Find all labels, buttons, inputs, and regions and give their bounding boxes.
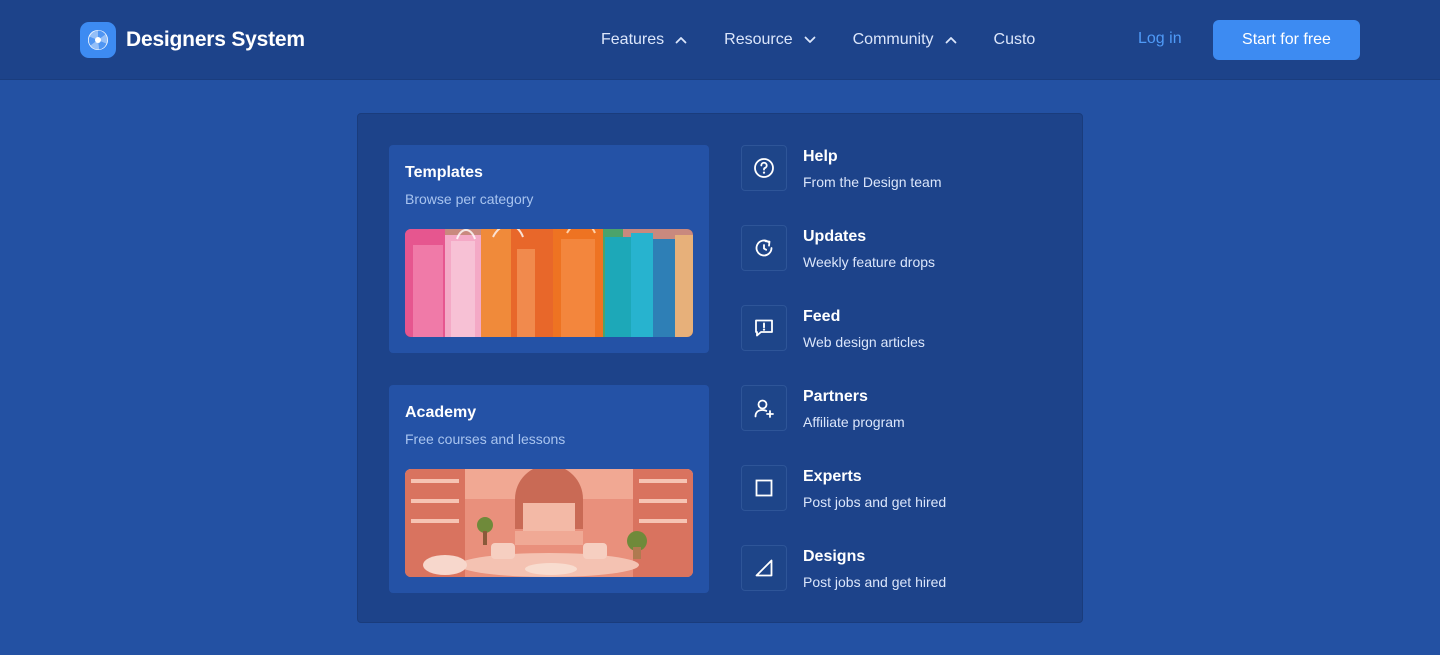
link-subtitle: Web design articles [803,334,925,350]
link-title: Experts [803,468,862,485]
help-link[interactable]: Help From the Design team [741,145,1041,193]
start-for-free-button[interactable]: Start for free [1213,20,1360,60]
shopping-bags-image [405,229,693,337]
nav-item-label: Features [601,31,665,48]
nav-item-label: Resource [724,31,793,48]
link-subtitle: From the Design team [803,174,942,190]
partners-link[interactable]: Partners Affiliate program [741,385,1041,433]
triangle-icon [741,545,787,591]
aperture-icon [80,22,116,58]
message-alert-icon [741,305,787,351]
templates-card[interactable]: Templates Browse per category [389,145,709,353]
nav-item-label: Custo [993,31,1036,48]
link-subtitle: Affiliate program [803,414,905,430]
link-title: Feed [803,308,841,325]
designs-link[interactable]: Designs Post jobs and get hired [741,545,1041,593]
question-circle-icon [741,145,787,191]
updates-link[interactable]: Updates Weekly feature drops [741,225,1041,273]
link-subtitle: Post jobs and get hired [803,574,947,590]
link-subtitle: Post jobs and get hired [803,494,947,510]
card-title: Templates [405,164,483,181]
link-title: Help [803,148,838,165]
chevron-up-icon [945,37,956,44]
card-subtitle: Free courses and lessons [405,431,566,447]
nav-item-resource[interactable]: Resource [724,31,816,49]
pink-store-interior-image [405,469,693,577]
nav-item-label: Community [852,31,934,48]
academy-card[interactable]: Academy Free courses and lessons [389,385,709,593]
chevron-down-icon [804,36,816,43]
link-subtitle: Weekly feature drops [803,254,936,270]
card-subtitle: Browse per category [405,191,534,207]
chevron-up-icon [675,37,687,44]
nav-item-community[interactable]: Community [853,31,958,49]
brand-logo[interactable]: Designers System [80,22,305,58]
refresh-icon [741,225,787,271]
link-title: Partners [803,388,868,405]
link-title: Designs [803,548,866,565]
brand-name: Designers System [126,28,305,51]
square-icon [741,465,787,511]
top-navigation-bar: Designers System Features Resource Commu… [0,0,1440,80]
experts-link[interactable]: Experts Post jobs and get hired [741,465,1041,513]
feed-link[interactable]: Feed Web design articles [741,305,1041,353]
features-dropdown-panel: Templates Browse per category Academy Fr… [357,113,1083,623]
card-title: Academy [405,404,477,421]
link-title: Updates [803,228,867,245]
main-nav: Features Resource Community Custo [601,28,1058,52]
user-plus-icon [741,385,787,431]
nav-item-customers[interactable]: Custo [994,31,1036,49]
nav-item-features[interactable]: Features [601,31,688,49]
login-link[interactable]: Log in [1138,30,1182,48]
